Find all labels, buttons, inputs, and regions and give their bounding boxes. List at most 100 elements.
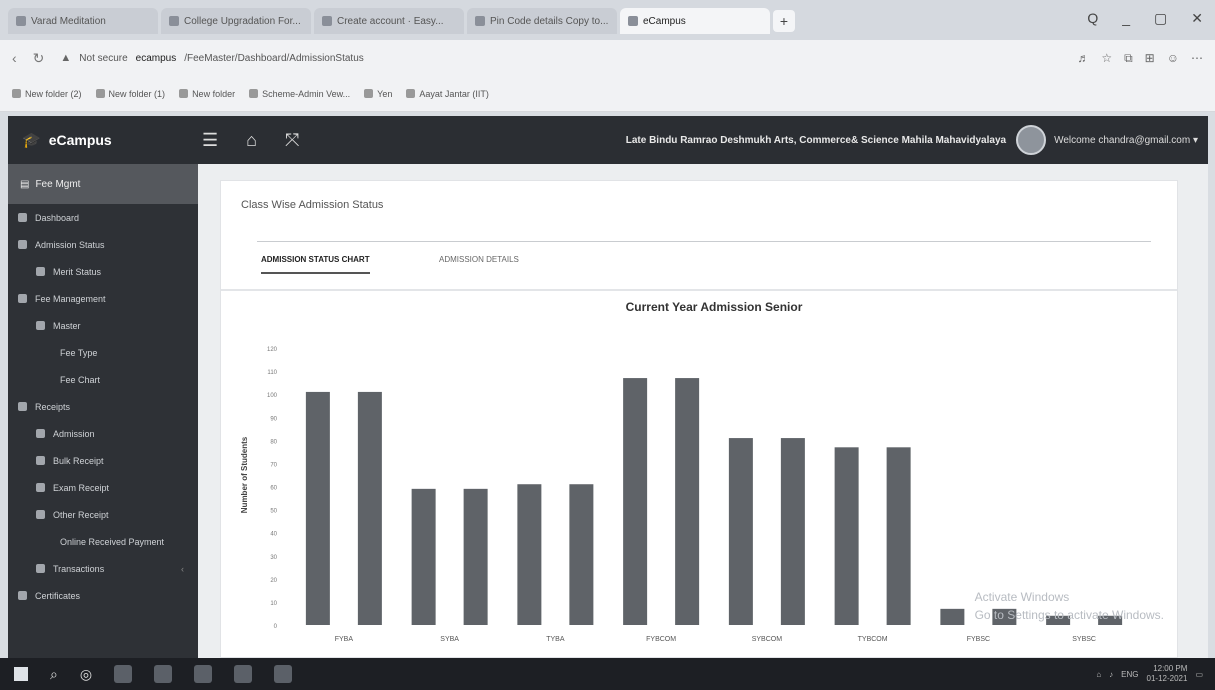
x-tick-label: FYBCOM	[646, 636, 676, 643]
x-tick-label: TYBCOM	[858, 636, 888, 643]
bookmark-item[interactable]: Aayat Jantar (IIT)	[406, 89, 489, 99]
y-tick-label: 80	[270, 439, 277, 445]
y-tick-label: 70	[270, 462, 277, 468]
new-tab-button[interactable]: +	[773, 10, 795, 32]
bookmark-item[interactable]: New folder (2)	[12, 89, 82, 99]
fullscreen-icon[interactable]: ⤧	[285, 130, 299, 151]
maximize-icon[interactable]: ▢	[1154, 10, 1167, 27]
browser-tab[interactable]: Pin Code details Copy to...	[467, 8, 617, 34]
volume-icon[interactable]: ♪	[1109, 670, 1113, 679]
menu-item-icon	[36, 267, 45, 276]
sidebar-header[interactable]: ▤ Fee Mgmt	[8, 164, 198, 204]
user-menu[interactable]: Welcome chandra@gmail.com ▾	[1054, 135, 1208, 146]
sidebar-item[interactable]: Online Received Payment	[8, 528, 198, 555]
store-icon[interactable]	[154, 665, 173, 683]
close-icon[interactable]: ✕	[1191, 10, 1203, 27]
sidebar-item[interactable]: Fee Management	[8, 285, 198, 312]
clock[interactable]: 12:00 PM 01-12-2021	[1147, 664, 1188, 684]
browser-tab-bar: Varad Meditation College Upgradation For.…	[0, 0, 1215, 40]
app-icon[interactable]	[194, 665, 213, 683]
bookmark-item[interactable]: Scheme-Admin Vew...	[249, 89, 350, 99]
sidebar-item[interactable]: Admission Status	[8, 231, 198, 258]
browser-tab-title: eCampus	[643, 15, 686, 27]
chevron-icon: ‹	[181, 563, 184, 574]
admission-status-card: Class Wise Admission Status ADMISSION ST…	[220, 180, 1178, 658]
activate-windows-watermark: Activate Windows Go to Settings to activ…	[975, 588, 1164, 624]
browser-icon[interactable]	[234, 665, 253, 683]
back-icon[interactable]: ‹	[12, 50, 17, 66]
sidebar-item-label: Dashboard	[35, 212, 80, 223]
folder-icon: ▤	[20, 178, 30, 190]
bookmark-folder-icon	[179, 89, 189, 98]
favorite-icon[interactable]: ☆	[1101, 51, 1112, 66]
favicon-icon	[16, 16, 26, 26]
profile-icon[interactable]: ☺	[1167, 51, 1179, 66]
sidebar-item[interactable]: Receipts	[8, 393, 198, 420]
sidebar-item[interactable]: Transactions ‹	[8, 555, 198, 582]
brand[interactable]: 🎓 eCampus	[8, 131, 198, 149]
sidebar-item[interactable]: Exam Receipt	[8, 474, 198, 501]
network-icon[interactable]: ⌂	[1096, 670, 1101, 679]
notifications-icon[interactable]: ▭	[1195, 670, 1203, 679]
window-controls: Q _ ▢ ✕	[1087, 10, 1203, 27]
home-icon[interactable]: ⌂	[246, 130, 257, 151]
menu-item-icon	[18, 294, 27, 303]
language-indicator[interactable]: ENG	[1121, 670, 1138, 679]
tab-admission-details[interactable]: ADMISSION DETAILS	[439, 255, 519, 272]
sidebar-item-label: Admission Status	[35, 239, 105, 250]
sidebar-item[interactable]: Certificates	[8, 582, 198, 609]
browser-tab[interactable]: Create account · Easy...	[314, 8, 464, 34]
browser-tab-title: College Upgradation For...	[184, 15, 301, 27]
tab-admission-status-chart[interactable]: ADMISSION STATUS CHART	[261, 255, 370, 274]
browser-tab[interactable]: College Upgradation For...	[161, 8, 311, 34]
y-tick-label: 100	[267, 393, 278, 399]
browser-tab-title: Varad Meditation	[31, 15, 106, 27]
favicon-icon	[475, 16, 485, 26]
reload-icon[interactable]: ↻	[33, 50, 45, 67]
bookmark-label: New folder (1)	[108, 88, 166, 99]
bookmark-item[interactable]: New folder (1)	[95, 88, 166, 99]
browser-tab[interactable]: Varad Meditation	[8, 8, 158, 34]
y-tick-label: 30	[270, 555, 277, 561]
read-aloud-icon[interactable]: ♬	[1077, 51, 1089, 66]
task-view-icon[interactable]: ◎	[80, 666, 92, 683]
browser-tab[interactable]: eCampus	[620, 8, 770, 34]
bookmark-folder-icon	[249, 89, 259, 98]
y-tick-label: 50	[270, 509, 277, 515]
file-explorer-icon[interactable]	[114, 665, 133, 683]
security-label: Not secure	[79, 52, 128, 64]
menu-icon[interactable]: ⋯	[1191, 51, 1203, 66]
chart-title: Current Year Admission Senior	[626, 300, 803, 314]
extensions-icon[interactable]: ⧉	[1124, 51, 1133, 66]
document-app-icon[interactable]	[274, 665, 293, 683]
sidebar-item[interactable]: Master	[8, 312, 198, 339]
avatar[interactable]	[1016, 125, 1047, 155]
college-name: Late Bindu Ramrao Deshmukh Arts, Commerc…	[625, 134, 1007, 146]
bookmark-item[interactable]: New folder	[179, 89, 235, 99]
chart-bar	[780, 438, 805, 625]
sidebar-item[interactable]: Other Receipt	[8, 501, 198, 528]
search-icon[interactable]: ⌕	[50, 666, 58, 683]
sidebar-item[interactable]: Merit Status	[8, 258, 198, 285]
sidebar-item[interactable]: Bulk Receipt	[8, 447, 198, 474]
collections-icon[interactable]: ⊞	[1145, 51, 1155, 66]
sidebar-item[interactable]: Admission	[8, 420, 198, 447]
windows-start-icon[interactable]	[14, 667, 28, 681]
sidebar-item[interactable]: Fee Type	[8, 339, 198, 366]
menu-item-icon	[36, 510, 45, 519]
bookmark-folder-icon	[364, 89, 374, 98]
sidebar-item[interactable]: Fee Chart	[8, 366, 198, 393]
x-tick-label: TYBA	[546, 636, 565, 643]
favicon-icon	[169, 16, 179, 26]
url-field[interactable]: ▲ Not secure ecampus /FeeMaster/Dashboar…	[60, 52, 1061, 64]
minimize-icon[interactable]: _	[1122, 10, 1130, 27]
sidebar-item[interactable]: Dashboard	[8, 204, 198, 231]
tab-divider	[257, 241, 1151, 242]
menu-item-icon	[36, 429, 45, 438]
bookmark-item[interactable]: Yen	[364, 89, 392, 99]
favicon-icon	[322, 16, 332, 26]
sidebar-item-label: Admission	[53, 428, 95, 439]
search-tabs-icon[interactable]: Q	[1087, 10, 1098, 27]
hamburger-menu-icon[interactable]: ☰	[202, 130, 218, 151]
sidebar: ▤ Fee Mgmt Dashboard Admission Status Meri…	[8, 164, 198, 658]
